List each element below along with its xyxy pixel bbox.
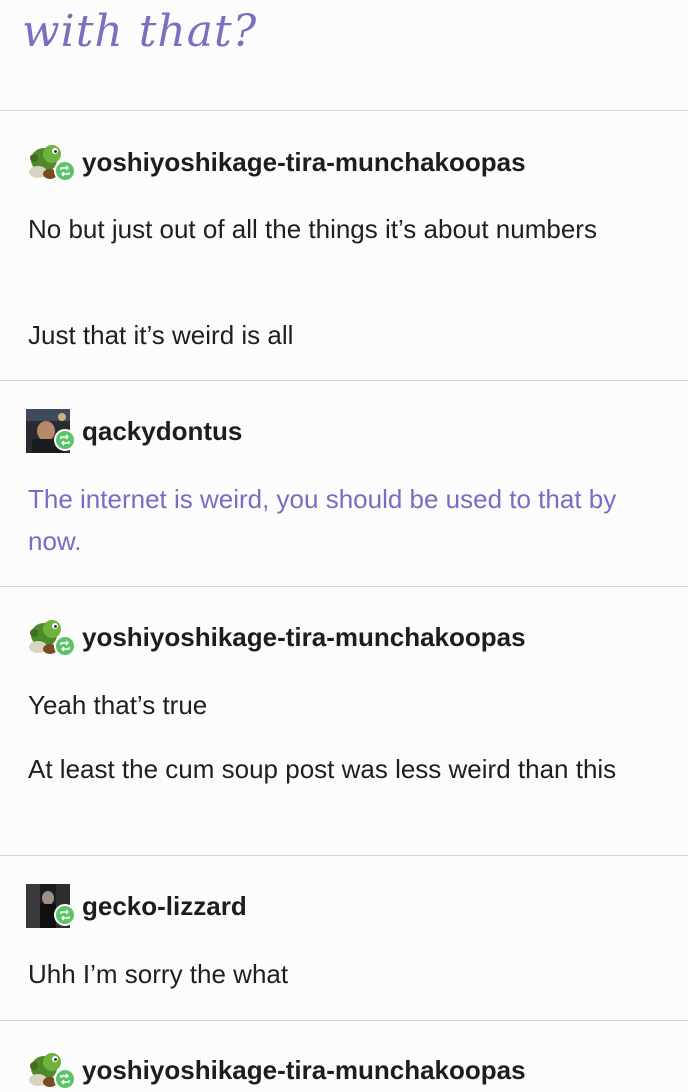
dark-photo-avatar-icon[interactable] (26, 884, 76, 928)
photo-avatar-icon[interactable] (26, 409, 76, 453)
yoshi-avatar-icon[interactable] (26, 1048, 76, 1092)
post-paragraph: Yeah that’s true (28, 690, 208, 720)
divider (0, 1020, 688, 1021)
post-header[interactable]: yoshiyoshikage-tira-munchakoopas (26, 615, 526, 659)
post-paragraph: Uhh I’m sorry the what (28, 959, 289, 989)
divider (0, 586, 688, 587)
reblog-icon (54, 160, 76, 182)
heading: with that? (22, 6, 258, 57)
reblog-icon (54, 635, 76, 657)
post-paragraph: No but just out of all the things it’s a… (28, 214, 597, 244)
post-paragraph: At least the cum soup post was less weir… (28, 754, 617, 784)
divider (0, 855, 688, 856)
yoshi-avatar-icon[interactable] (26, 140, 76, 184)
reblog-icon (54, 429, 76, 451)
post-header[interactable]: yoshiyoshikage-tira-munchakoopas (26, 1048, 526, 1092)
post-paragraph: Just that it’s weird is all (28, 320, 294, 350)
username[interactable]: gecko-lizzard (82, 891, 247, 922)
post-header[interactable]: gecko-lizzard (26, 884, 247, 928)
post-paragraph: The internet is weird, you should be use… (28, 484, 617, 556)
reblog-icon (54, 1068, 76, 1090)
username[interactable]: yoshiyoshikage-tira-munchakoopas (82, 622, 526, 653)
divider (0, 380, 688, 381)
username[interactable]: yoshiyoshikage-tira-munchakoopas (82, 147, 526, 178)
post-header[interactable]: yoshiyoshikage-tira-munchakoopas (26, 140, 526, 184)
username[interactable]: yoshiyoshikage-tira-munchakoopas (82, 1055, 526, 1086)
reblog-icon (54, 904, 76, 926)
divider (0, 110, 688, 111)
username[interactable]: qackydontus (82, 416, 242, 447)
post-header[interactable]: qackydontus (26, 409, 242, 453)
yoshi-avatar-icon[interactable] (26, 615, 76, 659)
